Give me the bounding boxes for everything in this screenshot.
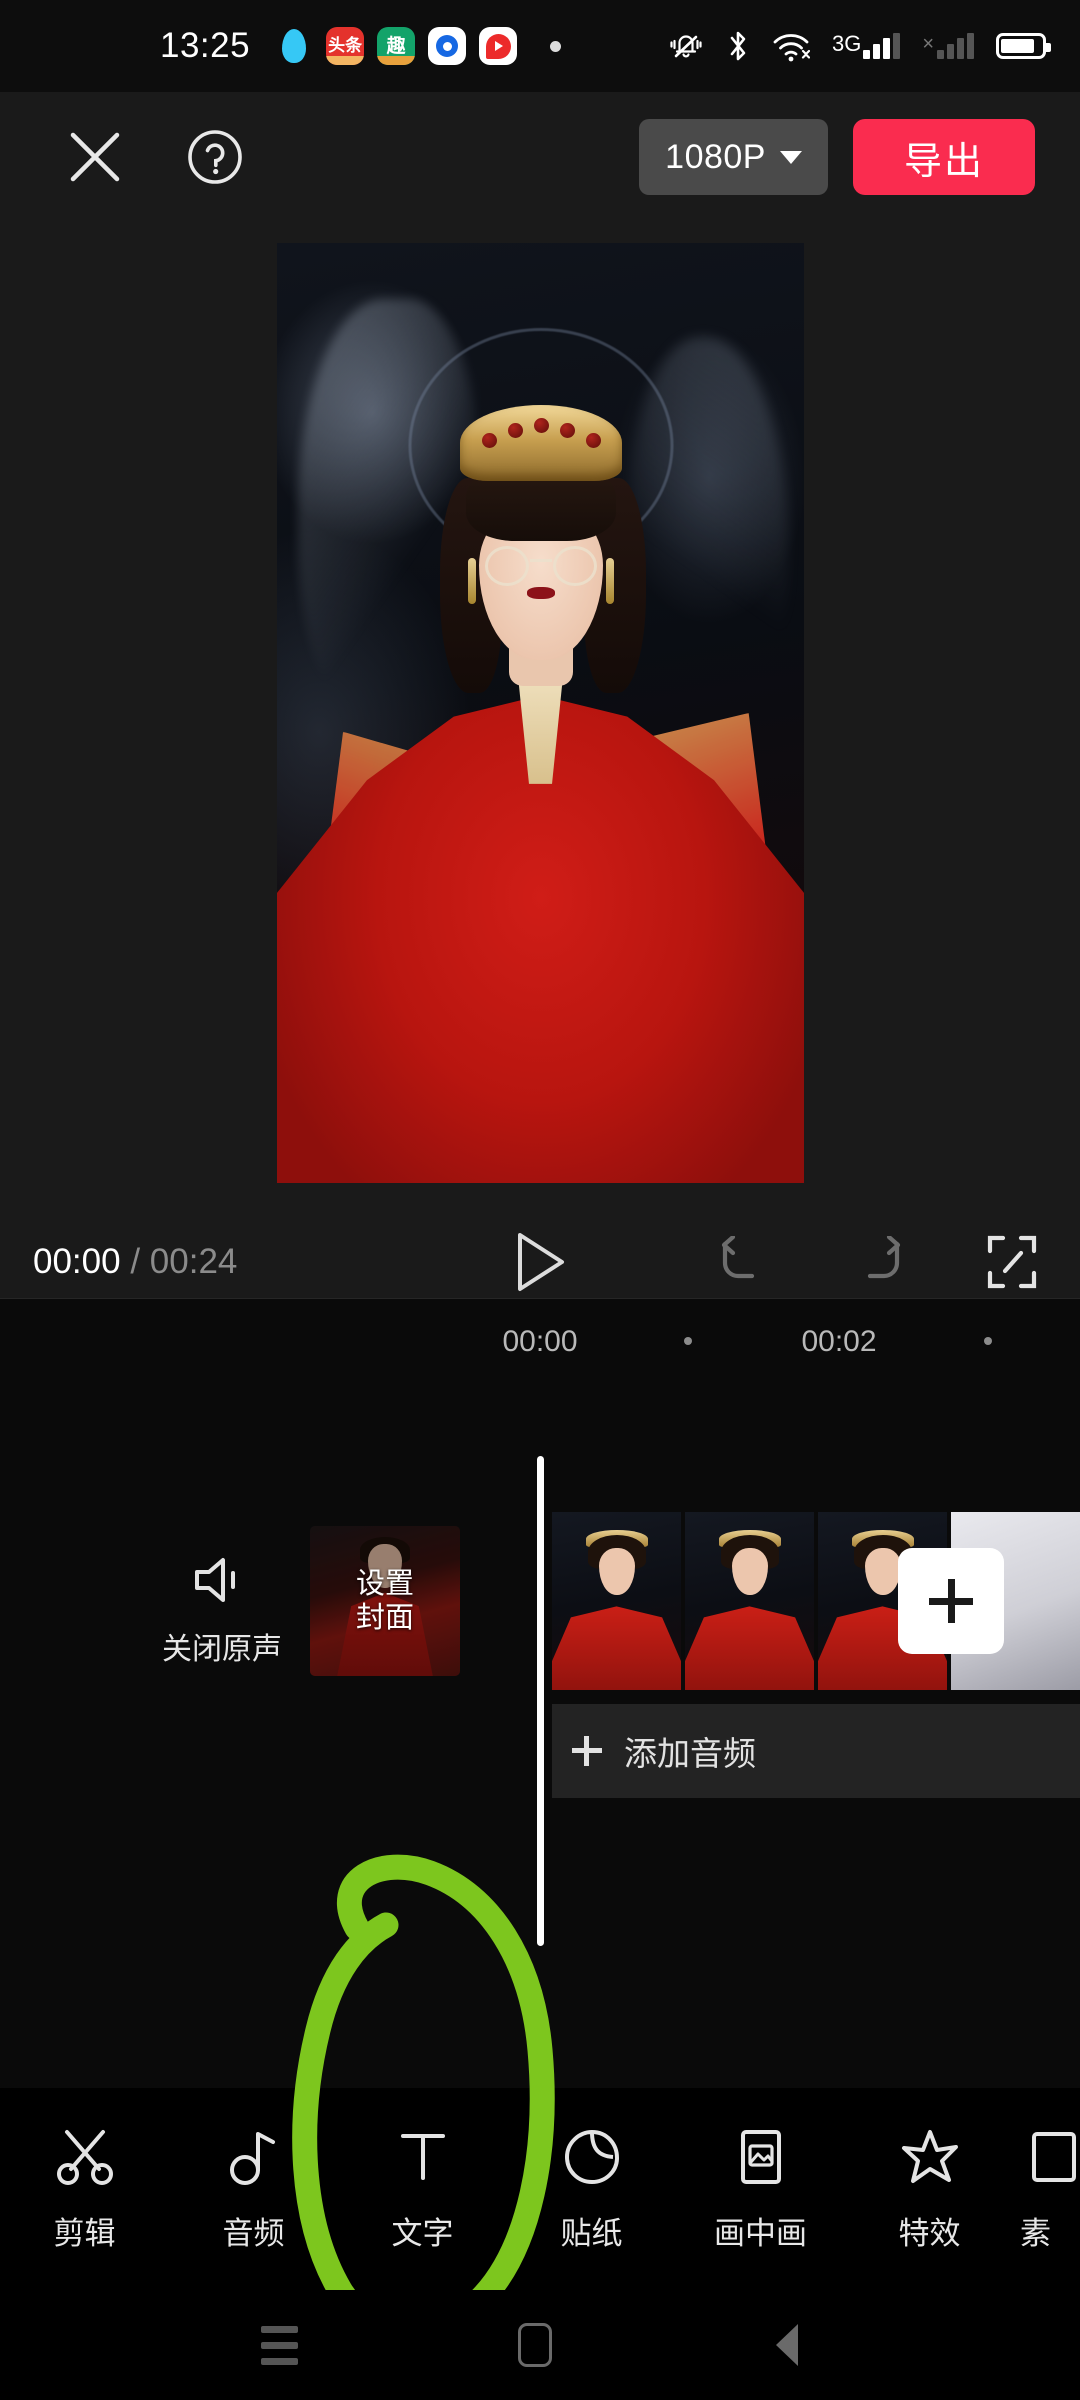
video-clip-thumbnail[interactable] <box>552 1512 681 1690</box>
music-note-icon <box>223 2126 285 2188</box>
set-cover-label-line1: 设置 <box>355 1567 414 1600</box>
tab-edit-label: 剪辑 <box>53 2215 116 2251</box>
plus-icon <box>929 1579 973 1623</box>
timeline-ruler[interactable]: 00:00 00:02 <box>0 1299 1080 1385</box>
status-bar-clock: 13:25 <box>160 26 251 65</box>
chevron-down-icon <box>780 150 802 164</box>
scissors-icon <box>54 2126 116 2188</box>
add-audio-track[interactable]: 添加音频 <box>552 1704 1080 1798</box>
fullscreen-icon[interactable] <box>986 1234 1038 1290</box>
preview-area: 00:00 / 00:24 <box>0 222 1080 1298</box>
resolution-dropdown[interactable]: 1080P <box>639 119 828 195</box>
signal-3g-label: 3G <box>831 31 862 56</box>
current-time: 00:00 <box>33 1242 121 1281</box>
qq-icon <box>275 27 313 65</box>
tab-edit[interactable]: 剪辑 <box>0 2126 169 2253</box>
qu-app-icon-label: 趣 <box>386 34 406 57</box>
video-preview[interactable] <box>277 243 804 1183</box>
play-icon[interactable] <box>511 1230 569 1294</box>
status-dot-icon <box>550 40 562 52</box>
export-label: 导出 <box>903 140 984 183</box>
speaker-mute-icon <box>191 1554 253 1606</box>
bottom-toolbar: 剪辑 音频 文字 贴纸 画中画 特效 素 <box>0 2088 1080 2290</box>
mute-original-sound-label: 关闭原声 <box>162 1633 282 1666</box>
tab-effects[interactable]: 特效 <box>845 2126 1014 2253</box>
tab-pip[interactable]: 画中画 <box>676 2126 845 2253</box>
recents-icon[interactable] <box>261 2325 298 2365</box>
red-play-app-icon <box>479 27 518 65</box>
back-icon[interactable] <box>776 2324 798 2366</box>
tab-text[interactable]: 文字 <box>338 2126 507 2253</box>
battery-icon <box>996 33 1051 59</box>
help-icon[interactable] <box>185 127 245 187</box>
add-clip-button[interactable] <box>898 1548 1004 1654</box>
time-display: 00:00 / 00:24 <box>33 1242 237 1282</box>
tab-effects-label: 特效 <box>898 2215 961 2251</box>
timeline-panel: 00:00 00:02 关闭原声 设置 封面 添加音频 <box>0 1298 1080 2088</box>
wifi-icon <box>772 30 810 62</box>
material-icon <box>1020 2126 1080 2188</box>
set-cover-label-line2: 封面 <box>355 1602 414 1634</box>
tab-material[interactable]: 素 <box>1014 2126 1080 2253</box>
qu-app-icon: 趣 <box>377 27 416 65</box>
video-clip-thumbnail[interactable] <box>685 1512 814 1690</box>
total-time: 00:24 <box>149 1242 238 1281</box>
tab-pip-label: 画中画 <box>714 2215 807 2251</box>
playback-right-actions <box>714 1234 1038 1290</box>
time-separator: / <box>130 1242 141 1281</box>
close-icon[interactable] <box>68 130 122 184</box>
tab-material-label: 素 <box>1020 2215 1051 2251</box>
picture-in-picture-icon <box>730 2126 792 2188</box>
plus-icon <box>572 1736 602 1766</box>
top-toolbar: 1080P 导出 <box>0 92 1080 222</box>
toutiao-icon: 头条 <box>326 27 365 65</box>
text-t-icon <box>392 2126 454 2188</box>
resolution-label: 1080P <box>665 137 766 176</box>
playhead-indicator[interactable] <box>537 1456 544 1946</box>
mute-original-sound-button[interactable]: 关闭原声 <box>142 1554 302 1668</box>
no-sim-signal-icon: × <box>922 33 974 59</box>
star-effect-icon <box>899 2126 961 2188</box>
export-button[interactable]: 导出 <box>853 119 1035 195</box>
android-nav-bar <box>0 2290 1080 2400</box>
tab-audio[interactable]: 音频 <box>169 2126 338 2253</box>
sticker-icon <box>561 2126 623 2188</box>
tab-sticker-label: 贴纸 <box>560 2215 623 2251</box>
ruler-tick-dot <box>684 1337 692 1345</box>
add-audio-label: 添加音频 <box>624 1735 756 1772</box>
ruler-tick-dot <box>984 1337 992 1345</box>
tab-text-label: 文字 <box>391 2215 454 2251</box>
tab-audio-label: 音频 <box>222 2215 285 2251</box>
ruler-label: 00:02 <box>801 1325 877 1358</box>
bottom-toolbar-scroll[interactable]: 剪辑 音频 文字 贴纸 画中画 特效 素 <box>0 2088 1080 2290</box>
home-icon[interactable] <box>518 2323 552 2367</box>
undo-icon[interactable] <box>714 1236 772 1288</box>
blue-circle-app-icon <box>428 27 467 65</box>
status-bar-app-icons: 头条 趣 <box>275 27 562 65</box>
tab-sticker[interactable]: 贴纸 <box>507 2126 676 2253</box>
ruler-label: 00:00 <box>502 1325 578 1358</box>
redo-icon[interactable] <box>850 1236 908 1288</box>
no-sim-label: × <box>922 33 934 55</box>
toutiao-icon-label: 头条 <box>328 35 363 56</box>
bluetooth-icon <box>726 29 750 63</box>
signal-3g-icon: 3G <box>831 31 901 59</box>
status-bar: 13:25 头条 趣 3G × <box>0 0 1080 92</box>
status-bar-system-icons: 3G × <box>668 29 1051 63</box>
vibrate-mute-icon <box>668 30 704 62</box>
set-cover-button[interactable]: 设置 封面 <box>310 1526 460 1676</box>
video-editor-screen: 13:25 头条 趣 3G × 1080P 导出 00:00 / 00:24 0… <box>0 0 1080 2400</box>
